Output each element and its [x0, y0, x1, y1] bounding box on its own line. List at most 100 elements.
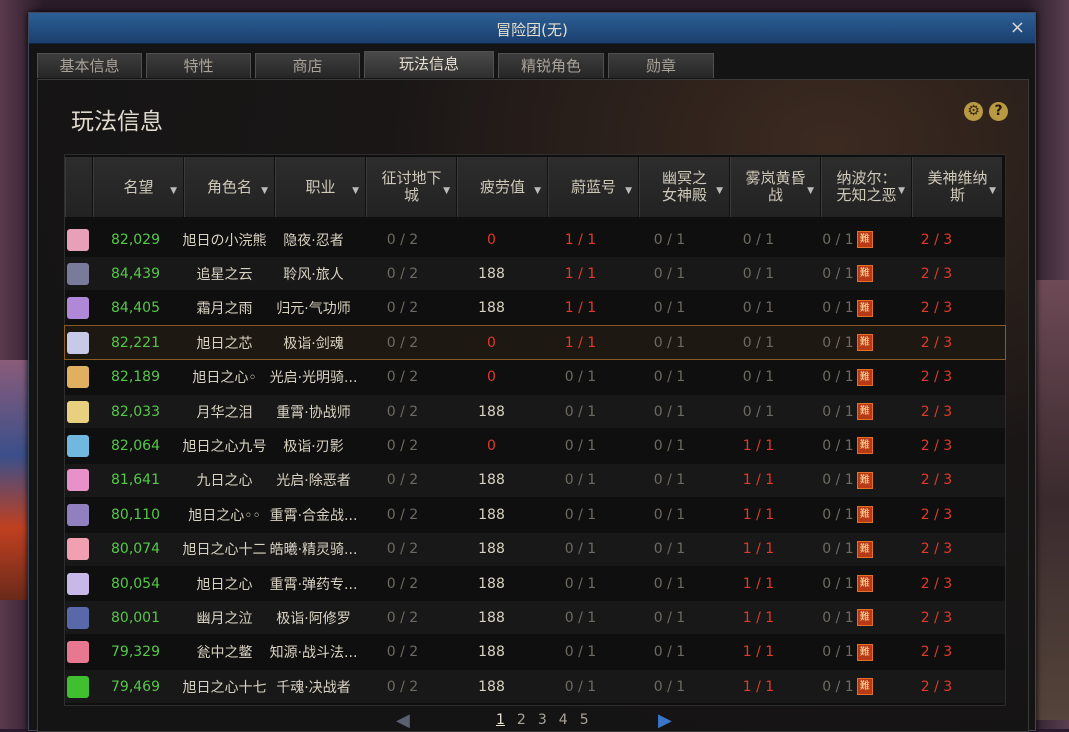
character-avatar-icon [67, 297, 89, 320]
azure-cell: 0 / 1 [536, 395, 625, 428]
table-row[interactable]: 79,329 瓮中之鳖 知源·战斗法... 0 / 2 188 0 / 1 0 / 1 1 /… [65, 636, 1005, 669]
tab-elite-characters[interactable]: 精锐角色 [498, 53, 604, 78]
fatigue-value: 188 [478, 609, 505, 626]
azure-value: 0 / 1 [564, 644, 597, 661]
name-cell: 月华之泪 [180, 395, 269, 428]
mist-cell: 1 / 1 [714, 533, 803, 566]
page-2[interactable]: 2 [517, 712, 526, 728]
fatigue-cell: 188 [447, 670, 536, 703]
venus-cell: 2 / 3 [892, 395, 981, 428]
character-avatar-icon [67, 675, 89, 698]
nether-cell: 0 / 1 [625, 257, 714, 290]
header-nabel[interactable]: 纳波尔：无知之恶 ▼ [821, 157, 912, 217]
header-character-name[interactable]: 角色名 ▼ [184, 157, 275, 217]
fame-value: 84,439 [111, 265, 160, 282]
table-row[interactable]: 80,074 旭日之心十二 皓曦·精灵骑... 0 / 2 188 0 / 1 0 / 1 1… [65, 532, 1005, 566]
venus-value: 2 / 3 [920, 437, 953, 454]
table-row[interactable]: 80,110 旭日之心◦◦ 重霄·合金战... 0 / 2 188 0 / 1 0 / 1 1… [65, 498, 1005, 531]
fame-cell: 81,641 [91, 464, 180, 497]
name-value: 旭日之心十七 [182, 679, 267, 696]
table-row[interactable]: 82,033 月华之泪 重霄·协战师 0 / 2 188 0 / 10 / 10 / 10… [65, 395, 1005, 428]
fame-value: 82,064 [111, 437, 160, 454]
table-header: 名望 ▼ 角色名 ▼ 职业 ▼ 征讨地下城 ▼ 疲劳值 ▼ 蔚蓝号 ▼ 幽冥之女神殿 ▼ 雾岚… [65, 157, 1003, 217]
close-button[interactable]: × [1010, 17, 1025, 38]
help-icon[interactable]: ? [989, 102, 1008, 121]
table-row[interactable]: 81,641 九日之心 光启·除恶者 0 / 2 188 0 / 1 0 / 1 1 / 1 0… [65, 463, 1005, 497]
fame-cell: 80,001 [91, 601, 180, 634]
avatar-cell [65, 326, 91, 359]
tab-basic-info[interactable]: 基本信息 [37, 53, 142, 78]
nabel-cell: 0 / 1難 [803, 326, 892, 359]
fatigue-cell: 188 [447, 292, 536, 325]
avatar-cell [65, 223, 91, 256]
table-row[interactable]: 84,405 霜月之雨 归元·气功师 0 / 2 188 1 / 10 / 10 / 10… [65, 292, 1005, 325]
nabel-value: 0 / 1 [822, 437, 854, 454]
header-fame[interactable]: 名望 ▼ [93, 157, 184, 217]
conquest-cell: 0 / 2 [358, 464, 447, 497]
page-3[interactable]: 3 [538, 712, 547, 728]
fatigue-cell: 188 [447, 567, 536, 600]
tab-traits[interactable]: 特性 [146, 53, 251, 78]
header-job[interactable]: 职业 ▼ [275, 157, 366, 217]
next-page-button[interactable]: ▶ [658, 710, 672, 731]
fatigue-value: 188 [478, 678, 505, 695]
azure-value: 0 / 1 [564, 506, 597, 523]
sort-arrow-icon: ▼ [352, 186, 359, 196]
job-cell: 皓曦·精灵骑... [269, 533, 358, 566]
page-5[interactable]: 5 [580, 712, 589, 728]
nether-cell: 0 / 1 [625, 464, 714, 497]
tab-gameplay-info[interactable]: 玩法信息 [364, 51, 494, 78]
azure-cell: 0 / 1 [536, 429, 625, 462]
avatar-cell [65, 464, 91, 497]
page-1[interactable]: 1 [496, 712, 505, 728]
header-conquest-dungeon[interactable]: 征讨地下城 ▼ [366, 157, 457, 217]
fame-value: 79,469 [111, 678, 160, 695]
fame-cell: 80,054 [91, 567, 180, 600]
nabel-cell: 0 / 1難 [803, 257, 892, 290]
table-row[interactable]: 82,189 旭日之心◦ 光启·光明骑... 0 / 200 / 10 / 10 / … [65, 361, 1005, 394]
table-row[interactable]: 80,001 幽月之泣 极诣·阿修罗 0 / 2 188 0 / 1 0 / 1 1 / 1 0… [65, 601, 1005, 635]
header-nether-temple[interactable]: 幽冥之女神殿 ▼ [639, 157, 730, 217]
table-row[interactable]: 80,054 旭日之心 重霄·弹药专... 0 / 2 188 0 / 1 0 / 1 1 /… [65, 567, 1005, 600]
job-value: 光启·光明骑... [269, 370, 358, 387]
fatigue-cell: 188 [447, 257, 536, 290]
tab-shop[interactable]: 商店 [255, 53, 360, 78]
nabel-value: 0 / 1 [822, 575, 854, 592]
header-azure[interactable]: 蔚蓝号 ▼ [548, 157, 639, 217]
venus-value: 2 / 3 [920, 644, 953, 661]
title-bar[interactable]: 冒险团(无) × [29, 13, 1035, 44]
job-value: 重霄·合金战... [269, 507, 358, 524]
azure-value: 1 / 1 [564, 231, 597, 248]
name-cell: 旭日の小浣熊 [180, 223, 269, 256]
character-avatar-icon [67, 503, 89, 526]
mist-value: 1 / 1 [742, 541, 775, 558]
table-row[interactable]: 84,439 追星之云 聆风·旅人 0 / 2 188 1 / 10 / 10 / 10 … [65, 257, 1005, 291]
fatigue-value: 0 [487, 437, 496, 454]
fatigue-cell: 0 [447, 429, 536, 462]
table-row[interactable]: 79,469 旭日之心十七 千魂·决战者 0 / 2 188 0 / 1 0 / 1 1 / … [65, 670, 1005, 704]
table-row[interactable]: 82,064 旭日之心九号 极诣·刃影 0 / 2 0 0 / 1 0 / 1 1 / 1 0 … [65, 429, 1005, 462]
mist-cell: 0 / 1 [714, 326, 803, 359]
nether-cell: 0 / 1 [625, 361, 714, 394]
azure-value: 0 / 1 [564, 609, 597, 626]
nether-value: 0 / 1 [653, 506, 686, 523]
header-fatigue[interactable]: 疲劳值 ▼ [457, 157, 548, 217]
prev-page-button[interactable]: ◀ [396, 710, 410, 731]
table-row[interactable]: 82,221 旭日之芯 极诣·剑魂 0 / 201 / 10 / 10 / 10 / … [64, 325, 1006, 361]
hard-mode-badge-icon: 難 [856, 299, 873, 317]
job-value: 聆风·旅人 [283, 266, 344, 283]
nabel-value: 0 / 1 [822, 300, 854, 317]
conquest-cell: 0 / 2 [358, 636, 447, 669]
gear-icon[interactable]: ⚙ [964, 102, 983, 121]
table-row[interactable]: 82,029 旭日の小浣熊 隐夜·忍者 0 / 201 / 10 / 10 / 10 … [65, 223, 1005, 256]
azure-value: 1 / 1 [564, 300, 597, 317]
fame-value: 80,054 [111, 575, 160, 592]
header-mist-dusk[interactable]: 雾岚黄昏战 ▼ [730, 157, 821, 217]
venus-cell: 2 / 3 [892, 464, 981, 497]
sort-arrow-icon: ▼ [716, 186, 723, 196]
header-venus[interactable]: 美神维纳斯 ▼ [912, 157, 1003, 217]
tab-medals[interactable]: 勋章 [608, 53, 714, 78]
mist-value: 1 / 1 [742, 437, 775, 454]
page-4[interactable]: 4 [559, 712, 568, 728]
nether-cell: 0 / 1 [625, 498, 714, 531]
